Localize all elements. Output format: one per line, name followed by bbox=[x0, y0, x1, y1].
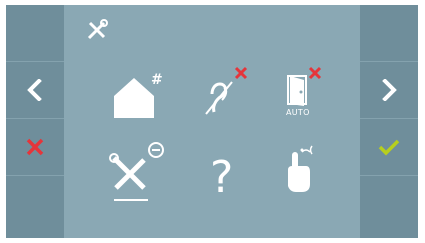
right-nav-column bbox=[360, 5, 418, 238]
home-badge: # bbox=[151, 72, 163, 88]
right-empty-cell bbox=[360, 5, 418, 62]
left-nav-column bbox=[6, 5, 64, 238]
tools-icon bbox=[87, 19, 108, 40]
settings-menu: # AUTO ? bbox=[64, 5, 360, 238]
help-symbol: ? bbox=[210, 152, 233, 203]
left-empty-cell bbox=[6, 5, 64, 62]
chevron-left-icon bbox=[27, 79, 42, 101]
right-empty-cell-bottom bbox=[360, 176, 418, 238]
menu-item-help[interactable]: ? bbox=[192, 140, 272, 210]
home-hash-icon: # bbox=[114, 72, 163, 118]
door-auto-icon bbox=[287, 66, 322, 106]
menu-item-tools[interactable] bbox=[104, 140, 184, 210]
touch-sound-icon bbox=[288, 145, 313, 192]
help-icon: ? bbox=[210, 152, 233, 203]
door-auto-label: AUTO bbox=[286, 108, 310, 117]
confirm-button[interactable] bbox=[360, 119, 418, 176]
cancel-button[interactable] bbox=[6, 119, 64, 176]
intercom-screen: # AUTO ? bbox=[6, 5, 418, 238]
cancel-x-icon bbox=[26, 138, 44, 156]
chevron-right-icon bbox=[382, 79, 397, 101]
menu-item-door-auto[interactable]: AUTO bbox=[270, 60, 350, 130]
next-button[interactable] bbox=[360, 62, 418, 119]
menu-item-hearing-loop[interactable] bbox=[192, 60, 272, 130]
menu-item-home[interactable]: # bbox=[104, 60, 184, 130]
hearing-loop-icon bbox=[205, 66, 248, 115]
checkmark-icon bbox=[378, 139, 400, 156]
menu-item-touch-sound[interactable] bbox=[270, 140, 350, 210]
tools-settings-icon bbox=[109, 142, 164, 201]
prev-button[interactable] bbox=[6, 62, 64, 119]
left-empty-cell-bottom bbox=[6, 176, 64, 238]
